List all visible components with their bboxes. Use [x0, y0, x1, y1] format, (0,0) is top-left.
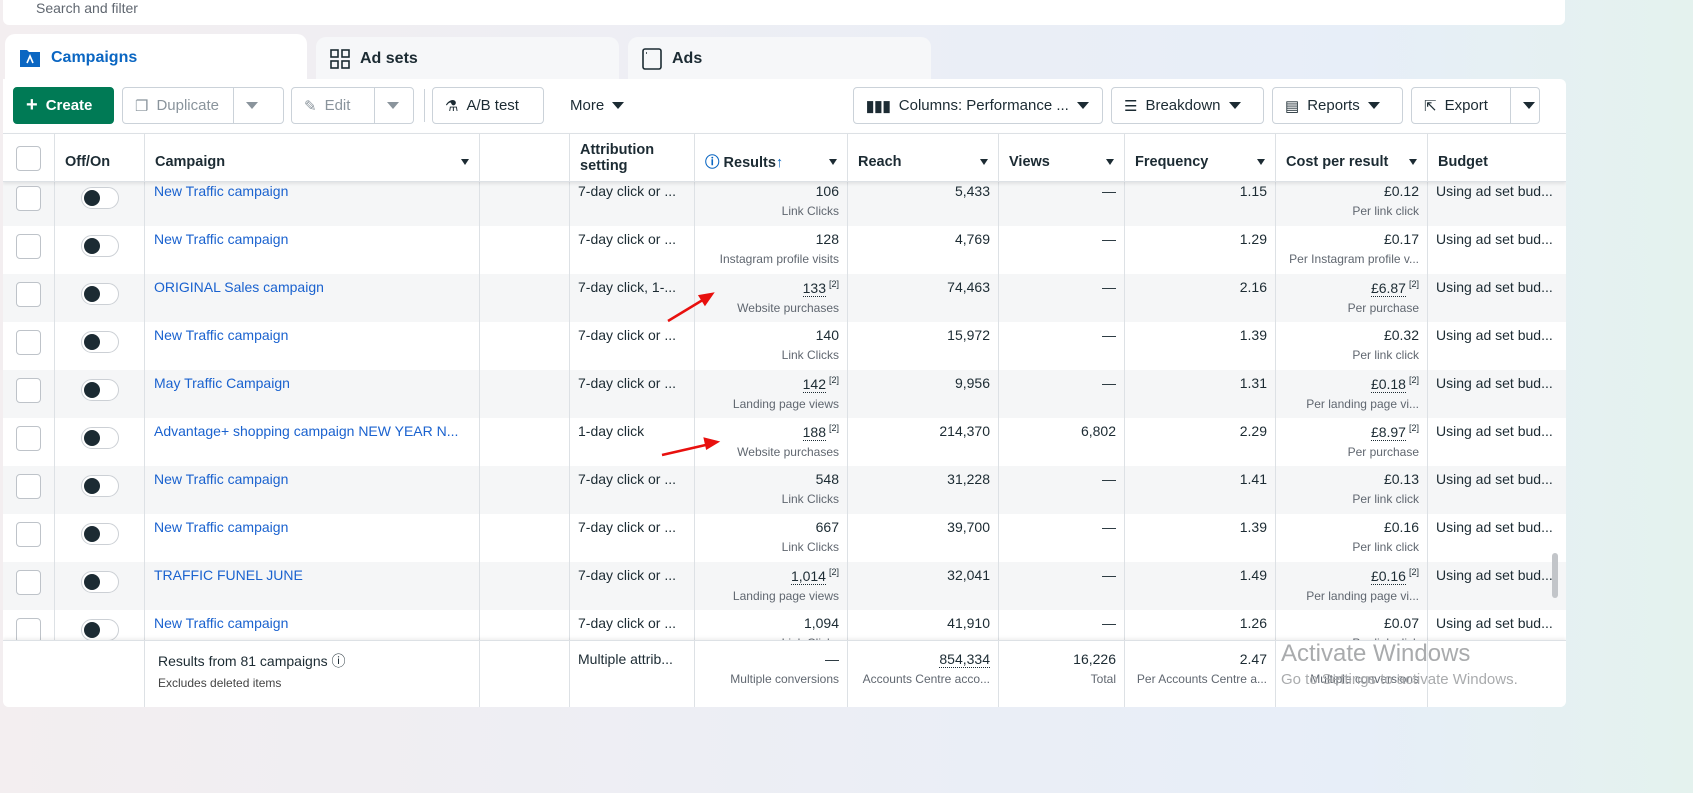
red-arrowhead	[705, 439, 717, 448]
red-arrowhead	[700, 294, 712, 304]
red-arrow	[668, 298, 706, 321]
red-arrow	[662, 444, 710, 455]
windows-watermark-subtitle: Go to Settings to activate Windows.	[1281, 671, 1518, 688]
windows-watermark-title: Activate Windows	[1281, 640, 1470, 668]
